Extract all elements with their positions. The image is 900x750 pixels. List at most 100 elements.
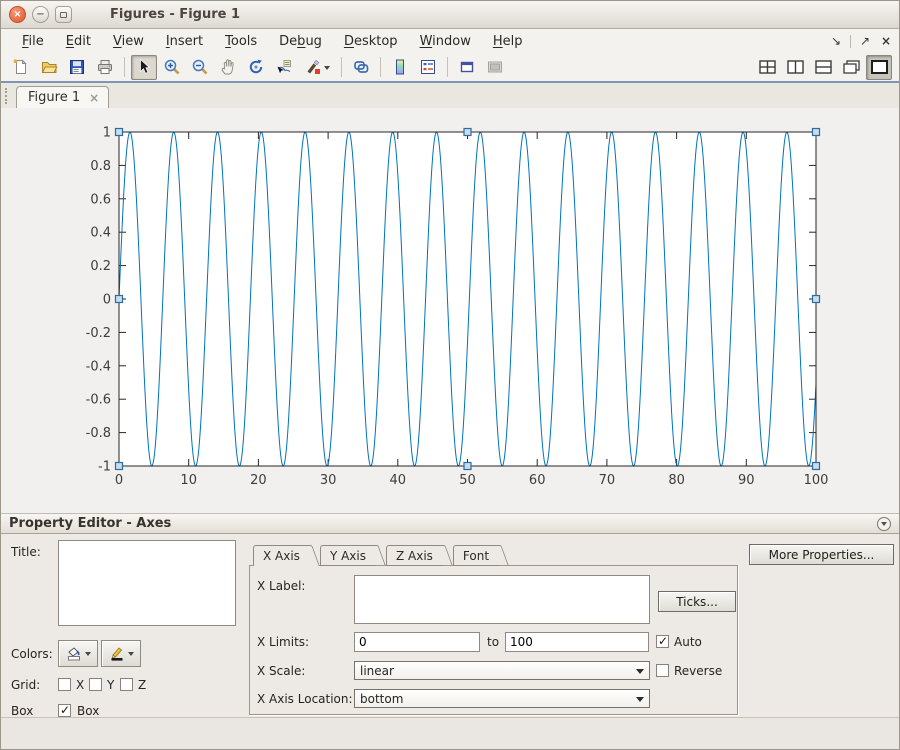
- insert-legend-button[interactable]: [415, 55, 441, 80]
- plot-tools-button[interactable]: [482, 55, 508, 80]
- zoom-out-button[interactable]: [187, 55, 213, 80]
- layout-rows-icon: [815, 60, 832, 74]
- layout-columns-button[interactable]: [782, 55, 808, 80]
- tab-y-axis[interactable]: Y Axis: [320, 545, 376, 566]
- line-color-button[interactable]: [101, 640, 141, 667]
- x-limits-auto-checkbox[interactable]: [656, 635, 669, 648]
- figure-canvas[interactable]: 0102030405060708090100-1-0.8-0.6-0.4-0.2…: [1, 108, 899, 513]
- brush-button[interactable]: [299, 55, 335, 80]
- maximize-icon: [60, 12, 67, 18]
- layout-float-button[interactable]: [838, 55, 864, 80]
- close-icon: ×: [13, 10, 21, 20]
- svg-text:10: 10: [180, 473, 197, 488]
- x-limits-to-input[interactable]: [505, 632, 649, 652]
- menu-tools[interactable]: Tools: [214, 32, 268, 51]
- grid-z-checkbox[interactable]: [120, 678, 133, 691]
- property-editor-content: Title: Colors: Grid: X Y Z Box Box X Axi…: [1, 534, 899, 718]
- tab-x-axis[interactable]: X Axis: [253, 545, 310, 566]
- new-file-button[interactable]: [8, 55, 34, 80]
- property-editor-header[interactable]: Property Editor - Axes: [1, 513, 899, 534]
- grid-x-label: X: [76, 678, 84, 692]
- ticks-button[interactable]: Ticks...: [658, 591, 736, 612]
- tab-figure-1[interactable]: Figure 1 ×: [16, 86, 109, 108]
- save-button[interactable]: [64, 55, 90, 80]
- zoom-in-button[interactable]: [159, 55, 185, 80]
- fill-color-dropdown-icon[interactable]: [85, 652, 91, 659]
- fill-color-button[interactable]: [58, 640, 98, 667]
- axis-tabs: X Axis Y Axis Z Axis Font: [253, 545, 509, 566]
- grid-z-label: Z: [138, 678, 146, 692]
- open-file-button[interactable]: [36, 55, 62, 80]
- link-plots-button[interactable]: [348, 55, 374, 80]
- collapse-panel-button[interactable]: [877, 517, 891, 531]
- figure-tabbar: Figure 1 ×: [1, 83, 899, 108]
- grid-y-checkbox[interactable]: [89, 678, 102, 691]
- layout-float-icon: [843, 60, 860, 74]
- x-axis-location-select[interactable]: bottom: [354, 689, 650, 708]
- box-checkbox[interactable]: [58, 704, 71, 717]
- hand-icon: [219, 58, 237, 76]
- brush-dropdown-icon[interactable]: [324, 66, 330, 73]
- statusbar: [1, 718, 899, 749]
- layout-rows-button[interactable]: [810, 55, 836, 80]
- selection-handle: [813, 463, 820, 470]
- dock-arrow-icon[interactable]: ↘: [829, 34, 843, 48]
- window-title: Figures - Figure 1: [110, 7, 240, 22]
- insert-colorbar-button[interactable]: [387, 55, 413, 80]
- tab-z-axis[interactable]: Z Axis: [386, 545, 443, 566]
- svg-text:-0.6: -0.6: [86, 393, 111, 408]
- svg-text:100: 100: [804, 473, 829, 488]
- titlebar: × − Figures - Figure 1: [1, 1, 899, 29]
- menubar: File Edit View Insert Tools Debug Deskto…: [1, 29, 899, 53]
- pan-button[interactable]: [215, 55, 241, 80]
- rotate-3d-button[interactable]: [243, 55, 269, 80]
- layout-maximized-icon: [871, 60, 888, 74]
- svg-text:0.6: 0.6: [90, 192, 111, 207]
- tab-font[interactable]: Font: [453, 545, 499, 566]
- x-scale-select[interactable]: linear: [354, 661, 650, 680]
- svg-text:-0.4: -0.4: [86, 359, 111, 374]
- grid-x-checkbox[interactable]: [58, 678, 71, 691]
- box-checkbox-label: Box: [77, 704, 99, 718]
- menu-debug[interactable]: Debug: [268, 32, 333, 51]
- title-input[interactable]: [58, 540, 236, 626]
- plot-tools-icon: [486, 58, 504, 76]
- layout-grid-button[interactable]: [754, 55, 780, 80]
- menu-insert[interactable]: Insert: [155, 32, 214, 51]
- window-maximize-button[interactable]: [55, 6, 72, 23]
- drag-grip-icon[interactable]: [5, 88, 7, 104]
- more-properties-button[interactable]: More Properties...: [749, 544, 894, 565]
- menu-view[interactable]: View: [102, 32, 155, 51]
- x-label-input[interactable]: [354, 575, 650, 624]
- layout-grid-icon: [759, 60, 776, 74]
- svg-text:90: 90: [738, 473, 755, 488]
- data-cursor-icon: [275, 58, 293, 76]
- tab-label: Figure 1: [28, 90, 80, 105]
- panel-close-icon[interactable]: ×: [879, 34, 893, 48]
- dock-window-button[interactable]: [454, 55, 480, 80]
- layout-maximized-button[interactable]: [866, 55, 892, 80]
- print-button[interactable]: [92, 55, 118, 80]
- matlab-figure-window: × − Figures - Figure 1 File Edit View In…: [0, 0, 900, 750]
- menu-file[interactable]: File: [11, 32, 55, 51]
- tab-close-icon[interactable]: ×: [89, 91, 99, 105]
- svg-text:0.4: 0.4: [90, 226, 111, 241]
- select-arrow-icon: [636, 669, 644, 678]
- sine-plot[interactable]: 0102030405060708090100-1-0.8-0.6-0.4-0.2…: [1, 108, 900, 513]
- rotate-icon: [247, 58, 265, 76]
- x-limits-from-input[interactable]: [354, 632, 480, 652]
- undock-arrow-icon[interactable]: ↗: [858, 34, 872, 48]
- zoom-out-icon: [191, 58, 209, 76]
- line-color-dropdown-icon[interactable]: [128, 652, 134, 659]
- menu-help[interactable]: Help: [482, 32, 534, 51]
- window-minimize-button[interactable]: −: [32, 6, 49, 23]
- reverse-checkbox[interactable]: [656, 664, 669, 677]
- menu-window[interactable]: Window: [409, 32, 482, 51]
- data-cursor-button[interactable]: [271, 55, 297, 80]
- menu-edit[interactable]: Edit: [55, 32, 102, 51]
- window-close-button[interactable]: ×: [9, 6, 26, 23]
- pencil-icon: [108, 645, 126, 663]
- svg-text:50: 50: [459, 473, 476, 488]
- menu-desktop[interactable]: Desktop: [333, 32, 409, 51]
- pointer-tool-button[interactable]: [131, 55, 157, 80]
